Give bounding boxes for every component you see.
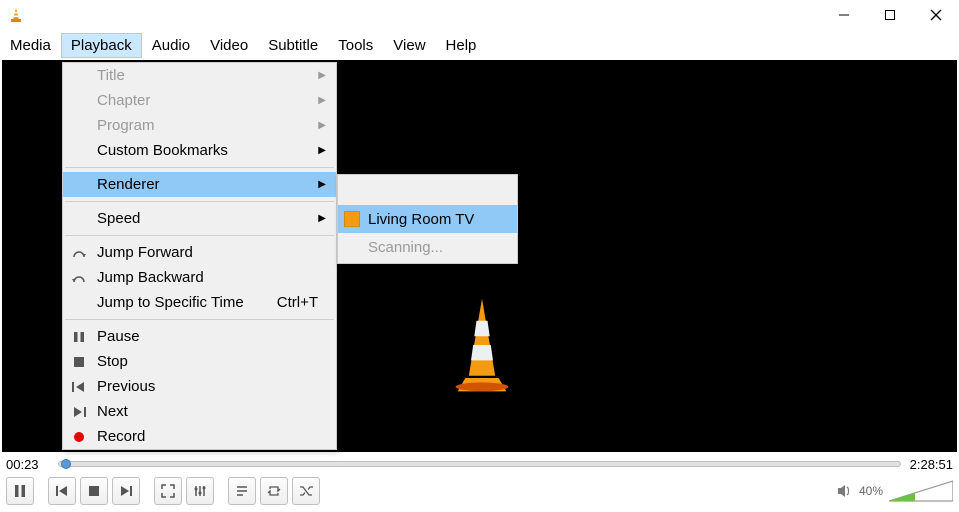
menu-item-label: Chapter	[97, 92, 150, 109]
previous-button[interactable]	[48, 477, 76, 505]
menu-subtitle[interactable]: Subtitle	[258, 33, 328, 58]
menu-separator	[65, 167, 334, 168]
menu-item-jump-to-specific-time[interactable]: Jump to Specific Time Ctrl+T	[63, 290, 336, 315]
pause-button[interactable]	[6, 477, 34, 505]
stop-icon	[71, 356, 87, 368]
menu-item-record[interactable]: Record	[63, 424, 336, 449]
maximize-button[interactable]	[867, 0, 913, 30]
close-button[interactable]	[913, 0, 959, 30]
volume-percent: 40%	[859, 484, 883, 498]
menu-item-label: Pause	[97, 328, 140, 345]
elapsed-time: 00:23	[6, 457, 52, 472]
prev-icon	[71, 381, 87, 393]
menu-item-renderer[interactable]: Renderer ▶	[63, 172, 336, 197]
menu-item-stop[interactable]: Stop	[63, 349, 336, 374]
menu-media[interactable]: Media	[0, 33, 61, 58]
menu-playback[interactable]: Playback	[61, 33, 142, 58]
loop-button[interactable]	[260, 477, 288, 505]
submenu-arrow-icon: ▶	[318, 120, 326, 131]
submenu-arrow-icon: ▶	[318, 145, 326, 156]
jump-back-icon	[71, 272, 87, 284]
menu-item-custom-bookmarks[interactable]: Custom Bookmarks ▶	[63, 138, 336, 163]
next-icon	[71, 406, 87, 418]
renderer-item-scanning: Scanning...	[338, 233, 517, 261]
cast-device-icon	[344, 211, 360, 227]
menu-view[interactable]: View	[383, 33, 435, 58]
menu-separator	[65, 201, 334, 202]
seekbar-row: 00:23 2:28:51	[6, 454, 953, 474]
menu-item-label: Custom Bookmarks	[97, 142, 228, 159]
ext-settings-button[interactable]	[186, 477, 214, 505]
renderer-item-label: Scanning...	[368, 239, 443, 256]
playback-dropdown: Title▶Chapter▶Program▶Custom Bookmarks▶R…	[62, 62, 337, 450]
volume-slider[interactable]	[889, 479, 953, 503]
menu-separator	[65, 319, 334, 320]
menu-item-program: Program ▶	[63, 113, 336, 138]
menu-item-label: Renderer	[97, 176, 160, 193]
menu-item-next[interactable]: Next	[63, 399, 336, 424]
menu-item-speed[interactable]: Speed ▶	[63, 206, 336, 231]
renderer-item-local[interactable]	[338, 177, 517, 205]
menu-item-jump-backward[interactable]: Jump Backward	[63, 265, 336, 290]
menu-item-pause[interactable]: Pause	[63, 324, 336, 349]
speaker-icon	[837, 484, 853, 498]
menu-item-jump-forward[interactable]: Jump Forward	[63, 240, 336, 265]
menu-help[interactable]: Help	[436, 33, 487, 58]
submenu-arrow-icon: ▶	[318, 213, 326, 224]
seek-knob[interactable]	[61, 459, 71, 469]
menu-item-label: Jump Backward	[97, 269, 204, 286]
menu-video[interactable]: Video	[200, 33, 258, 58]
submenu-arrow-icon: ▶	[318, 95, 326, 106]
menu-item-label: Speed	[97, 210, 140, 227]
jump-fwd-icon	[71, 247, 87, 259]
menubar: MediaPlaybackAudioVideoSubtitleToolsView…	[0, 30, 959, 60]
menu-separator	[65, 235, 334, 236]
renderer-item-living-room-tv[interactable]: Living Room TV	[338, 205, 517, 233]
seek-slider[interactable]	[58, 461, 901, 467]
submenu-arrow-icon: ▶	[318, 179, 326, 190]
record-icon	[71, 431, 87, 443]
playlist-button[interactable]	[228, 477, 256, 505]
menu-item-label: Previous	[97, 378, 155, 395]
menu-item-label: Title	[97, 67, 125, 84]
stop-button[interactable]	[80, 477, 108, 505]
menu-item-chapter: Chapter ▶	[63, 88, 336, 113]
renderer-submenu: Living Room TV Scanning...	[337, 174, 518, 264]
menu-item-label: Jump to Specific Time	[97, 294, 244, 311]
menu-tools[interactable]: Tools	[328, 33, 383, 58]
player-controls: 40%	[6, 476, 953, 506]
menu-item-title: Title ▶	[63, 63, 336, 88]
menu-audio[interactable]: Audio	[142, 33, 200, 58]
menu-shortcut: Ctrl+T	[277, 294, 318, 311]
menu-item-label: Next	[97, 403, 128, 420]
submenu-arrow-icon: ▶	[318, 70, 326, 81]
pause-icon	[71, 331, 87, 343]
shuffle-button[interactable]	[292, 477, 320, 505]
vlc-cone-logo-icon	[427, 290, 537, 400]
titlebar	[0, 0, 959, 30]
renderer-item-label: Living Room TV	[368, 211, 474, 228]
menu-item-label: Jump Forward	[97, 244, 193, 261]
menu-item-previous[interactable]: Previous	[63, 374, 336, 399]
volume-control[interactable]: 40%	[837, 479, 953, 503]
minimize-button[interactable]	[821, 0, 867, 30]
menu-item-label: Program	[97, 117, 155, 134]
next-button[interactable]	[112, 477, 140, 505]
menu-item-label: Record	[97, 428, 145, 445]
fullscreen-button[interactable]	[154, 477, 182, 505]
menu-item-label: Stop	[97, 353, 128, 370]
vlc-cone-icon	[8, 7, 24, 23]
total-time: 2:28:51	[907, 457, 953, 472]
